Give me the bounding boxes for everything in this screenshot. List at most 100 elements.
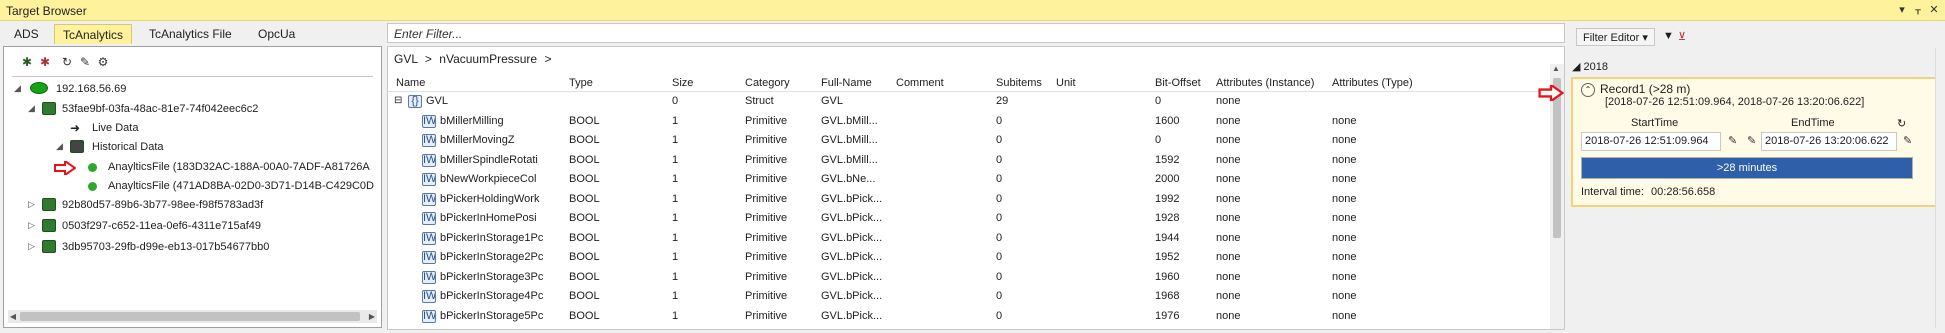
- tree-node-file-2[interactable]: AnaylticsFile (471AD8BA-02D0-3D71-D14B-C…: [88, 178, 381, 196]
- table-row[interactable]: IW bPickerInStorage5Pc BOOL 1 Primitive GVL.b…: [388, 308, 1550, 327]
- expand-icon[interactable]: ▷: [28, 199, 38, 210]
- table-cell-category: Primitive: [745, 329, 787, 330]
- settings-icon[interactable]: ⚙: [96, 55, 110, 69]
- table-cell-type: BOOL: [569, 329, 600, 330]
- table-cell-size: 1: [672, 173, 679, 185]
- filter-icon[interactable]: ▼: [1663, 30, 1674, 42]
- table-row[interactable]: IW bNewWorkpieceCol BOOL 1 Primitive GVL.bNe.…: [388, 171, 1550, 190]
- edit-icon[interactable]: ✎: [78, 55, 92, 69]
- table-cell-type: BOOL: [569, 309, 600, 322]
- table-row[interactable]: IW bMillerSpindleRotati BOOL 1 Primitive GVL.…: [388, 152, 1550, 171]
- scroll-up-icon[interactable]: ▲: [1552, 64, 1560, 73]
- year-group[interactable]: ◢ 2018: [1572, 60, 1608, 73]
- table-row[interactable]: IW bPickerInStorage4Pc BOOL 1 Primitive GVL.b…: [388, 288, 1550, 307]
- edit-end-icon[interactable]: ✎: [1747, 134, 1756, 147]
- table-cell-size: 1: [672, 270, 679, 283]
- filter-editor-dropdown[interactable]: Filter Editor ▾: [1576, 28, 1655, 46]
- table-row[interactable]: IW bPickerInXtsPosition BOOL 1 Primitive GVL.…: [388, 327, 1550, 330]
- table-cell-subitems: 0: [996, 231, 1003, 244]
- table-cell-size: 1: [672, 231, 679, 244]
- table-cell-attr-inst: none: [1216, 309, 1241, 322]
- record-card[interactable]: ⌃ Record1 (>28 m) [2018-07-26 12:51:09.9…: [1571, 77, 1943, 207]
- table-cell-subitems: 0: [996, 270, 1003, 283]
- start-time-field[interactable]: 2018-07-26 12:51:09.964: [1581, 132, 1721, 151]
- table-cell-category: Primitive: [745, 114, 788, 127]
- expand-icon[interactable]: ▷: [28, 220, 38, 231]
- table-cell-attr-type: none: [1332, 173, 1357, 185]
- column-header-size[interactable]: Size: [672, 77, 693, 89]
- tab-ads[interactable]: ADS: [6, 24, 47, 44]
- pin-icon[interactable]: ᚁ: [1911, 3, 1925, 17]
- collapse-record-icon[interactable]: ⌃: [1581, 83, 1595, 97]
- table-cell-attr-type: none: [1332, 329, 1356, 330]
- column-header-attributes-instance[interactable]: Attributes (Instance): [1216, 77, 1314, 89]
- table-row[interactable]: IW bMillerMilling BOOL 1 Primitive GVL.bMill.…: [388, 113, 1550, 132]
- collapse-icon[interactable]: ⊟: [394, 95, 402, 106]
- table-cell-bitoffset: 1592: [1155, 153, 1180, 166]
- clear-filter-icon[interactable]: ⊻: [1678, 30, 1686, 43]
- table-cell-bitoffset: 1928: [1155, 212, 1180, 224]
- expand-icon[interactable]: ▷: [28, 241, 38, 252]
- reset-icon[interactable]: ↻: [1897, 117, 1906, 130]
- collapse-icon[interactable]: ◢: [56, 141, 66, 152]
- table-row[interactable]: IW bPickerInStorage1Pc BOOL 1 Primitive GVL.b…: [388, 230, 1550, 249]
- column-header-comment[interactable]: Comment: [896, 77, 944, 89]
- table-cell-subitems: 0: [996, 153, 1003, 166]
- table-cell-fullname: GVL.bPick...: [821, 212, 883, 224]
- edit-icon[interactable]: ✎: [1903, 134, 1912, 147]
- scroll-left-icon[interactable]: ◀: [8, 310, 18, 323]
- tree-node-file-1[interactable]: AnaylticsFile (183D32AC-188A-00A0-7ADF-A…: [88, 159, 381, 177]
- dropdown-icon[interactable]: ▾: [1895, 3, 1909, 17]
- route-icon: [30, 82, 48, 96]
- collapse-icon[interactable]: ◢: [28, 103, 38, 114]
- end-time-field[interactable]: 2018-07-26 13:20:06.622: [1761, 132, 1897, 151]
- table-row[interactable]: IW bMillerMovingZ BOOL 1 Primitive GVL.bMill.…: [388, 132, 1550, 151]
- scroll-thumb[interactable]: [1553, 78, 1561, 238]
- table-row[interactable]: IW bPickerInHomePosi BOOL 1 Primitive GVL.bPi…: [388, 210, 1550, 229]
- record-title: Record1 (>28 m): [1600, 82, 1691, 96]
- window-titlebar: Target Browser ▾ ᚁ ✕: [0, 0, 1945, 21]
- table-cell-size: 1: [672, 212, 679, 224]
- collapse-icon[interactable]: ◢: [14, 83, 24, 94]
- breadcrumb-item[interactable]: GVL: [394, 52, 418, 66]
- tab-tcanalytics-file[interactable]: TcAnalytics File: [141, 24, 240, 44]
- column-header-subitems[interactable]: Subitems: [996, 77, 1042, 89]
- remove-target-icon[interactable]: ✱: [38, 55, 52, 69]
- scroll-thumb[interactable]: [20, 312, 360, 321]
- time-range-slider[interactable]: >28 minutes: [1581, 157, 1913, 179]
- right-vertical-scrollbar[interactable]: [1935, 48, 1945, 328]
- add-target-icon[interactable]: ✱: [20, 55, 34, 69]
- network-icon: [42, 198, 58, 212]
- column-header-bitoffset[interactable]: Bit-Offset: [1155, 77, 1201, 89]
- table-row[interactable]: IW bPickerInStorage2Pc BOOL 1 Primitive GVL.b…: [388, 249, 1550, 268]
- table-cell-attr-type: none: [1332, 212, 1357, 224]
- column-header-type[interactable]: Type: [569, 77, 593, 89]
- tree-horizontal-scrollbar[interactable]: ◀ ▶: [8, 310, 377, 323]
- table-cell-name: bMillerMovingZ: [440, 134, 515, 146]
- breadcrumb-item[interactable]: nVacuumPressure: [439, 52, 537, 66]
- scroll-right-icon[interactable]: ▶: [367, 310, 377, 323]
- close-icon[interactable]: ✕: [1927, 3, 1941, 17]
- table-cell-size: 1: [672, 153, 679, 166]
- table-cell-type: BOOL: [569, 153, 600, 166]
- filter-input[interactable]: Enter Filter...: [387, 23, 1565, 43]
- table-cell-subitems: 0: [996, 329, 1002, 330]
- table-cell-attr-type: none: [1332, 114, 1357, 127]
- tab-tcanalytics[interactable]: TcAnalytics: [54, 24, 133, 44]
- collapse-icon[interactable]: ◢: [1572, 61, 1584, 73]
- table-cell-category: Primitive: [745, 290, 788, 302]
- refresh-icon[interactable]: ↻: [60, 55, 74, 69]
- tab-opcua[interactable]: OpcUa: [250, 24, 303, 44]
- column-header-attributes-type[interactable]: Attributes (Type): [1332, 77, 1413, 89]
- column-header-unit[interactable]: Unit: [1056, 77, 1076, 89]
- column-header-name[interactable]: Name: [396, 77, 425, 89]
- table-row[interactable]: IW bPickerHoldingWork BOOL 1 Primitive GVL.bP…: [388, 191, 1550, 210]
- column-header-category[interactable]: Category: [745, 77, 790, 89]
- column-header-fullname[interactable]: Full-Name: [821, 77, 872, 89]
- table-row[interactable]: ⊟ {} GVL 0 Struct GVL 29 0 none: [388, 93, 1550, 112]
- table-vertical-scrollbar[interactable]: ▲: [1550, 64, 1564, 329]
- table-cell-fullname: GVL.bPick...: [821, 329, 893, 330]
- edit-start-icon[interactable]: ✎: [1728, 134, 1737, 147]
- filter-editor-label: Filter Editor: [1583, 32, 1640, 44]
- table-row[interactable]: IW bPickerInStorage3Pc BOOL 1 Primitive GVL.b…: [388, 269, 1550, 288]
